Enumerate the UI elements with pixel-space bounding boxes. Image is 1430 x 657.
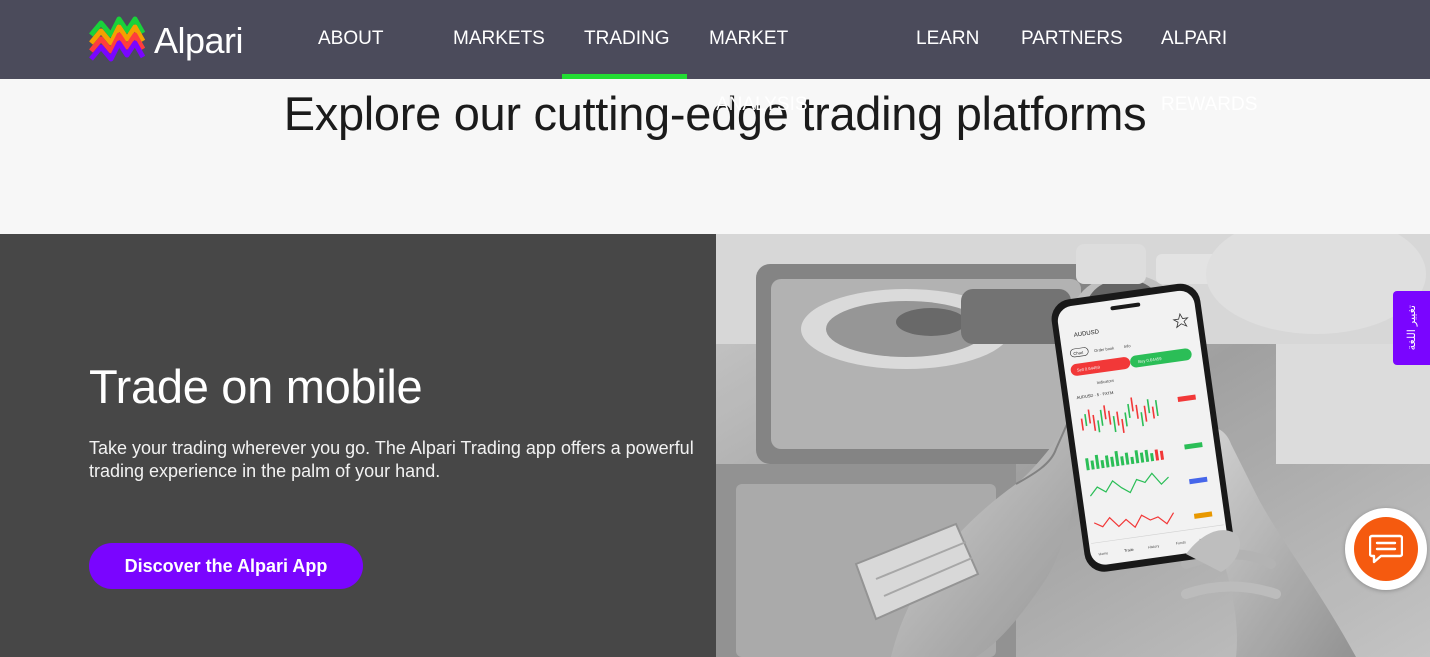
discover-app-button[interactable]: Discover the Alpari App xyxy=(89,543,363,589)
nav-active-indicator xyxy=(562,74,687,79)
nav-alpari-rewards-overflow[interactable]: REWARDS xyxy=(1161,94,1257,116)
language-switcher-label: تغيير اللغة xyxy=(1406,305,1418,351)
nav-trading[interactable]: TRADING xyxy=(584,28,670,50)
page: Alpari ABOUT MARKETS TRADING MARKET LEAR… xyxy=(0,0,1430,657)
site-header: Alpari ABOUT MARKETS TRADING MARKET LEAR… xyxy=(0,0,1430,79)
nav-about[interactable]: ABOUT xyxy=(318,28,383,50)
logo-mark-icon xyxy=(89,16,145,62)
nav-partners-label: PARTNERS xyxy=(1021,28,1123,49)
nav-market-analysis-overflow[interactable]: ANALYSIS xyxy=(716,94,808,116)
nav-trading-label: TRADING xyxy=(584,28,670,49)
nav-market-analysis-label: MARKET xyxy=(709,28,789,49)
nav-alpari-rewards-sub: REWARDS xyxy=(1161,94,1258,115)
nav-market-analysis-sub: ANALYSIS xyxy=(716,94,808,115)
logo-wordmark: Alpari xyxy=(154,20,244,61)
phone-in-hands-illustration: AUDUSD Chart Order book Info Sell 0.6445… xyxy=(716,234,1430,657)
nav-learn[interactable]: LEARN xyxy=(916,28,979,50)
nav-learn-label: LEARN xyxy=(916,28,980,49)
mobile-section: Trade on mobile Take your trading wherev… xyxy=(0,234,1430,657)
alpari-logo[interactable]: Alpari xyxy=(89,12,244,64)
language-switcher-tab[interactable]: تغيير اللغة xyxy=(1393,291,1430,365)
nav-market-analysis[interactable]: MARKET xyxy=(709,28,788,50)
nav-markets[interactable]: MARKETS xyxy=(453,28,545,50)
nav-about-label: ABOUT xyxy=(318,28,384,49)
mobile-app-photo: AUDUSD Chart Order book Info Sell 0.6445… xyxy=(716,234,1430,657)
nav-alpari-rewards-label: ALPARI xyxy=(1161,28,1228,49)
mobile-section-title: Trade on mobile xyxy=(89,360,423,413)
mobile-section-description: Take your trading wherever you go. The A… xyxy=(89,438,694,481)
mobile-section-text-panel: Trade on mobile Take your trading wherev… xyxy=(0,234,716,657)
nav-partners[interactable]: PARTNERS xyxy=(1021,28,1123,50)
nav-markets-label: MARKETS xyxy=(453,28,545,49)
chat-widget-button[interactable] xyxy=(1345,508,1427,590)
chat-bubble-icon xyxy=(1354,517,1418,581)
nav-alpari-rewards[interactable]: ALPARI xyxy=(1161,28,1227,50)
